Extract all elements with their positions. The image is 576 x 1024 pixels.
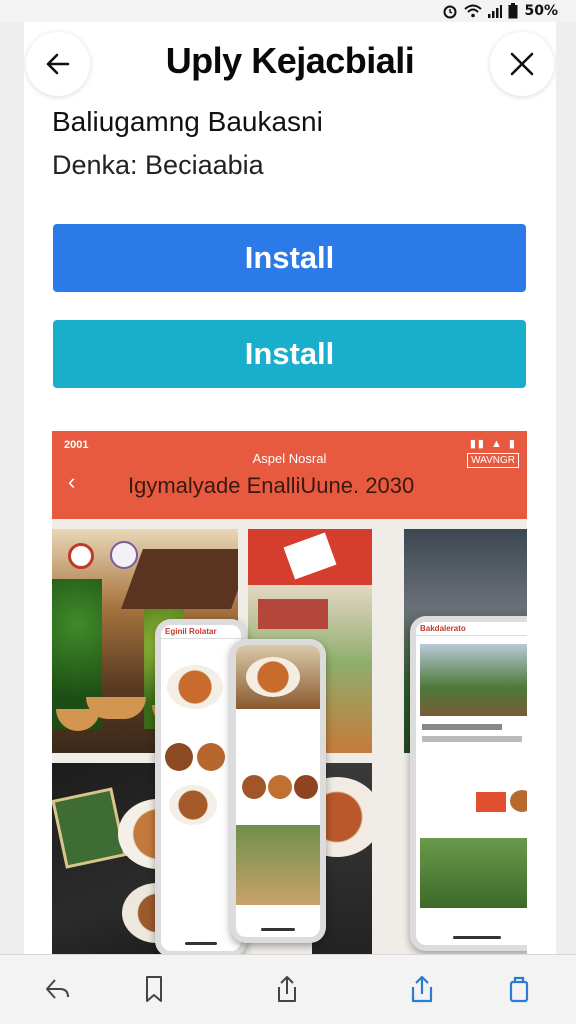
gallery-back-icon: ‹ — [68, 469, 76, 494]
share-button[interactable] — [267, 969, 307, 1009]
battery-icon — [508, 3, 518, 19]
tabs-button[interactable] — [499, 969, 539, 1009]
share-arrow-icon — [46, 979, 69, 999]
upload-button[interactable] — [402, 969, 442, 1009]
text-line — [422, 736, 522, 742]
status-bar: 50% — [0, 0, 576, 22]
menu-card-shape — [52, 787, 127, 869]
dish-shape — [246, 657, 300, 697]
upload-icon — [411, 975, 433, 1003]
text-line — [422, 724, 502, 730]
back-button[interactable] — [26, 32, 90, 96]
alarm-icon — [442, 3, 458, 19]
tabs-icon — [509, 976, 529, 1003]
dish-shape — [197, 743, 225, 771]
package-shape — [283, 532, 337, 580]
share-icon — [278, 976, 296, 1002]
gallery-heading: Igymalyade EnalliUune. 2030 — [128, 473, 415, 498]
install-button-secondary[interactable]: Install — [53, 320, 526, 388]
dish-shape — [268, 775, 292, 799]
battery-percent: 50% — [524, 3, 558, 19]
close-icon — [510, 52, 534, 76]
gallery-header-bar: 2001 ▮▮ ▲ ▮ WAVNGR Aspel Nosral ‹ Igymal… — [52, 431, 527, 519]
logo-icon — [68, 543, 94, 569]
dish-shape — [165, 743, 193, 771]
home-indicator — [261, 928, 295, 931]
dish-shape — [294, 775, 318, 799]
phone-screen — [236, 645, 320, 937]
sign-icon — [110, 541, 138, 569]
home-indicator — [185, 942, 217, 945]
gallery-label: Aspel Nosral — [252, 451, 327, 466]
roof-shape — [121, 549, 238, 609]
wifi-icon — [464, 4, 483, 18]
dish-shape — [169, 785, 217, 825]
signal-icon — [488, 4, 503, 18]
share-arrow-button[interactable] — [38, 969, 78, 1009]
phone-mockup-center — [230, 639, 326, 943]
status-icons: 50% — [442, 0, 558, 22]
browser-toolbar — [0, 954, 576, 1024]
bookmark-icon — [146, 976, 162, 1002]
phone-screen: Bakdalerato — [416, 622, 527, 945]
developer-name: Denka: Beciaabia — [52, 150, 264, 180]
arrow-left-icon — [46, 53, 70, 75]
landscape-photo — [420, 644, 527, 716]
dish-shape — [510, 790, 527, 812]
roof-shape — [258, 599, 328, 629]
bookmark-button[interactable] — [134, 969, 174, 1009]
phone-mockup-right: Bakdalerato — [410, 616, 527, 951]
phone-screen: Eginil Rolatar — [161, 625, 241, 951]
phone-title: Eginil Rolatar — [161, 625, 241, 639]
dish-shape — [167, 665, 223, 709]
phone-title: Bakdalerato — [416, 622, 527, 636]
village-photo — [420, 838, 527, 908]
screenshot-gallery[interactable]: 2001 ▮▮ ▲ ▮ WAVNGR Aspel Nosral ‹ Igymal… — [52, 431, 527, 962]
action-chip — [476, 792, 506, 812]
home-indicator — [452, 936, 502, 939]
restaurant-photo — [236, 825, 320, 905]
install-button-primary[interactable]: Install — [53, 224, 526, 292]
close-button[interactable] — [490, 32, 554, 96]
dish-shape — [242, 775, 266, 799]
gallery-status-icons: ▮▮ ▲ ▮ — [469, 438, 517, 450]
page-title: Uply Kejacbiali — [165, 40, 415, 81]
gallery-status-time: 2001 — [64, 439, 89, 451]
app-name: Baliugamng Baukasni — [52, 106, 323, 137]
app-install-sheet: Uply Kejacbiali Baliugamng Baukasni Denk… — [24, 22, 556, 962]
